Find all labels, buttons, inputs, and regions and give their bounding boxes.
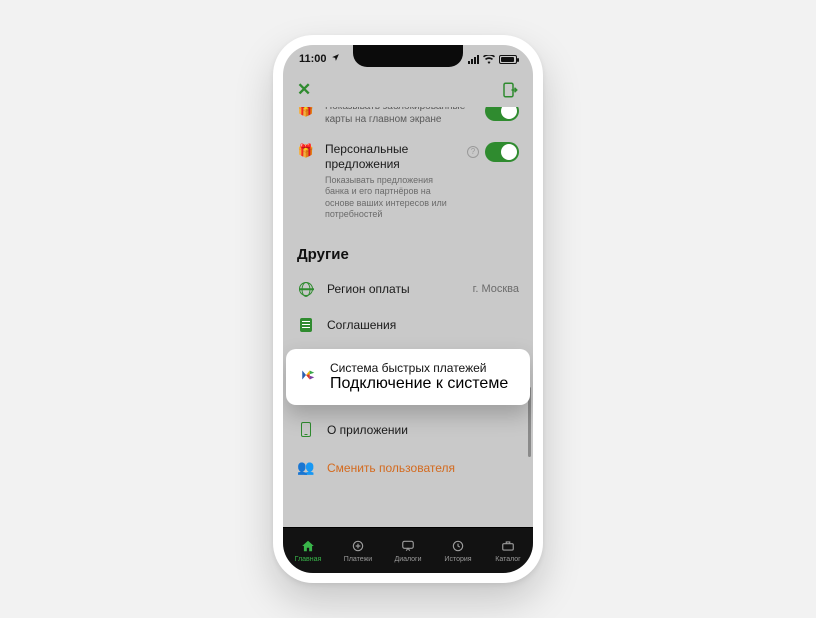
- row-label: Регион оплаты: [327, 282, 410, 296]
- sbp-icon: [300, 371, 318, 388]
- tab-label: Диалоги: [394, 556, 421, 563]
- tab-home[interactable]: Главная: [283, 528, 333, 573]
- home-icon: [300, 538, 316, 554]
- tab-label: Платежи: [344, 556, 372, 563]
- row-label: О приложении: [327, 423, 408, 437]
- statusbar-time: 11:00: [299, 53, 327, 65]
- wifi-icon: [483, 55, 495, 64]
- row-switch-user[interactable]: 👥 Сменить пользователя: [283, 448, 533, 487]
- chat-icon: [400, 538, 416, 554]
- tab-payments[interactable]: Платежи: [333, 528, 383, 573]
- payments-icon: [350, 538, 366, 554]
- battery-icon: [499, 55, 517, 64]
- row-agreements[interactable]: Соглашения: [283, 307, 533, 343]
- tab-history[interactable]: История: [433, 528, 483, 573]
- top-nav: ✕: [283, 73, 533, 107]
- briefcase-icon: [500, 538, 516, 554]
- document-icon: [300, 318, 312, 332]
- tab-bar: Главная Платежи Диалоги История: [283, 527, 533, 573]
- phone-frame: 11:00 ✕ 🎁: [273, 35, 543, 583]
- tab-catalog[interactable]: Каталог: [483, 528, 533, 573]
- toggle-switch[interactable]: [485, 107, 519, 121]
- phone-icon: [301, 422, 311, 437]
- row-label: Сменить пользователя: [327, 461, 455, 475]
- gift-icon: 🎁: [298, 143, 314, 159]
- row-region[interactable]: Регион оплаты г. Москва: [283, 271, 533, 307]
- setting-title: Персональные предложения: [325, 142, 457, 172]
- help-icon[interactable]: ?: [467, 146, 479, 158]
- row-about[interactable]: О приложении: [283, 411, 533, 448]
- tab-label: История: [444, 556, 471, 563]
- row-value: г. Москва: [473, 283, 519, 295]
- row-label: Соглашения: [327, 318, 396, 332]
- location-arrow-icon: [331, 53, 340, 65]
- tab-dialogs[interactable]: Диалоги: [383, 528, 433, 573]
- row-label: Система быстрых платежей: [330, 361, 508, 375]
- history-icon: [450, 538, 466, 554]
- globe-icon: [299, 282, 313, 296]
- gift-icon: 🎁: [298, 107, 314, 118]
- setting-blocked-cards[interactable]: 🎁 Показывать заблокированные карты на гл…: [283, 107, 533, 134]
- tab-label: Главная: [295, 556, 322, 563]
- logout-icon[interactable]: [501, 81, 519, 99]
- content-scroll[interactable]: 🎁 Показывать заблокированные карты на гл…: [283, 107, 533, 527]
- row-sublabel: Подключение к системе: [330, 375, 508, 393]
- section-other-header: Другие: [283, 228, 533, 271]
- toggle-switch[interactable]: [485, 142, 519, 162]
- notch: [353, 45, 463, 67]
- close-icon[interactable]: ✕: [297, 80, 311, 100]
- row-sbp[interactable]: Система быстрых платежей Подключение к с…: [286, 349, 530, 405]
- setting-desc: Показывать предложения банка и его партн…: [325, 175, 457, 220]
- tab-label: Каталог: [495, 556, 520, 563]
- setting-personal-offers[interactable]: 🎁 Персональные предложения Показывать пр…: [283, 134, 533, 228]
- cellular-icon: [468, 54, 479, 64]
- screen: 11:00 ✕ 🎁: [283, 45, 533, 573]
- setting-title: Показывать заблокированные карты на глав…: [325, 107, 475, 126]
- people-icon: 👥: [297, 459, 314, 476]
